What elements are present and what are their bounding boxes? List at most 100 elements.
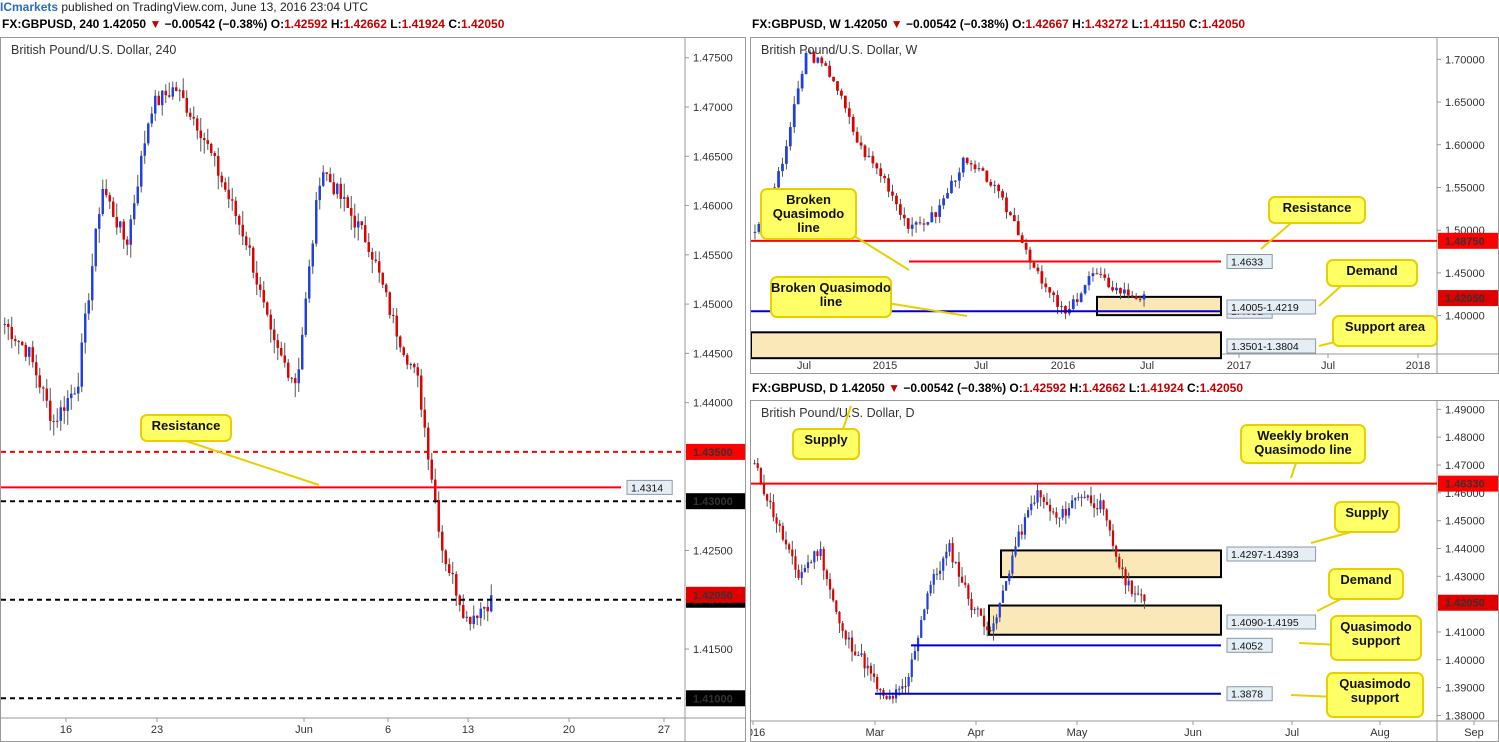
w-candle — [785, 146, 788, 164]
h4-candle — [448, 564, 451, 573]
h4-chart[interactable]: 1.47500 1.47000 1.46500 1.46000 1.45500 1.450… — [1, 38, 746, 742]
weekly-symbol-header: FX:GBPUSD, W 1.42050 ▼ −0.00542 (−0.38%)… — [752, 17, 1246, 31]
d-candle — [1067, 507, 1071, 516]
d-candle — [1080, 496, 1083, 498]
w-candle — [997, 184, 1001, 192]
d-candle — [841, 623, 844, 631]
h4-candle — [42, 387, 45, 389]
w-candle — [836, 81, 839, 91]
d-candle — [888, 696, 891, 699]
h4-candle — [427, 427, 430, 460]
h4-candle — [140, 155, 143, 187]
d-candle — [1086, 495, 1089, 498]
w-candle — [1083, 285, 1087, 294]
weekly-chart-panel[interactable]: 1.70000 1.65000 1.60000 1.55000 1.50000 1.450… — [750, 37, 1499, 374]
d-candle — [1115, 545, 1118, 557]
w-candle — [796, 88, 800, 105]
h4-candle — [465, 616, 468, 618]
weekly-low: 1.41150 — [1142, 17, 1186, 31]
h4-candle — [416, 367, 419, 376]
d-y-tick-label: 1.49000 — [1445, 404, 1485, 416]
d-candle — [1030, 503, 1033, 511]
weekly-symbol[interactable]: FX:GBPUSD, W — [752, 17, 841, 31]
d-zone — [988, 604, 1222, 636]
d-candle — [800, 571, 803, 578]
daily-symbol[interactable]: FX:GBPUSD, D — [752, 381, 838, 395]
h4-candle — [304, 298, 307, 335]
daily-chart-panel[interactable]: 1.49000 1.48000 1.47000 1.46000 1.45000 1.440… — [750, 400, 1499, 742]
w-candle — [800, 73, 804, 89]
publisher-name[interactable]: ICmarkets — [0, 0, 58, 14]
d-candle — [986, 626, 989, 631]
h4-candle — [325, 172, 328, 174]
h4-candle — [108, 195, 111, 202]
w-candle — [922, 223, 926, 225]
d-candle — [1105, 509, 1108, 521]
h4-candle — [371, 251, 374, 260]
d-candle — [913, 651, 917, 660]
w-level-label: 1.4633 — [1231, 257, 1263, 269]
w-candle — [753, 231, 757, 233]
w-candle — [879, 168, 883, 177]
w-candle — [914, 222, 918, 225]
h4-y-tick-label: 1.47000 — [693, 102, 733, 114]
h4-candle — [21, 341, 24, 345]
w-candle — [934, 212, 938, 217]
w-x-tick-label: Jul — [974, 360, 988, 372]
d-candle — [803, 568, 806, 572]
h4-close: 1.42050 — [460, 17, 505, 31]
h4-y-tick-label: 1.47500 — [693, 53, 733, 65]
d-candle — [938, 570, 942, 574]
h4-candle — [486, 606, 489, 612]
h4-y-tick-label: 1.46500 — [693, 151, 733, 163]
h4-chart-panel[interactable]: 1.47500 1.47000 1.46500 1.46000 1.45500 1.450… — [0, 37, 746, 742]
daily-high: 1.42662 — [1082, 381, 1126, 395]
h4-candle — [280, 347, 283, 356]
h4-x-tick-label: 20 — [563, 724, 575, 736]
h4-candle — [434, 479, 437, 501]
h4-candle — [402, 347, 405, 356]
d-candle — [1058, 517, 1061, 519]
d-candle — [948, 543, 951, 552]
d-candle — [781, 525, 784, 540]
d-candle — [942, 558, 945, 571]
w-zone-label: 1.4005-1.4219 — [1231, 302, 1299, 314]
d-candle — [825, 570, 828, 580]
h4-candle — [311, 243, 314, 267]
h4-candle — [353, 215, 356, 228]
d-x-tick-label: Apr — [967, 727, 984, 739]
d-candle — [1023, 517, 1027, 535]
w-x-tick-label: 2017 — [1227, 360, 1251, 372]
h4-low: 1.41924 — [401, 17, 445, 31]
w-candle — [1087, 276, 1091, 286]
h4-candle — [276, 340, 279, 348]
h4-callout-pointer — [185, 440, 320, 486]
d-y-tick-label: 1.40000 — [1445, 655, 1485, 667]
h4-symbol[interactable]: FX:GBPUSD, 240 — [2, 17, 99, 31]
weekly-chart[interactable]: 1.700001.650001.600001.550001.500001.450… — [751, 38, 1499, 374]
h4-candle — [409, 363, 412, 365]
h4-candle — [357, 221, 360, 228]
d-candle — [1099, 500, 1102, 510]
d-candle — [797, 569, 800, 578]
w-candle — [1005, 197, 1008, 213]
h4-open: 1.42592 — [284, 17, 328, 31]
d-candle — [769, 500, 772, 503]
d-y-tick-label: 1.48000 — [1445, 432, 1485, 444]
d-callout-text: Supply — [804, 432, 848, 447]
d-candle — [1026, 510, 1030, 518]
h4-candle — [399, 336, 402, 348]
h4-candle — [308, 266, 311, 299]
d-candle — [1036, 490, 1039, 503]
d-candle — [967, 584, 970, 599]
h4-candle — [476, 615, 479, 619]
d-candle — [920, 620, 923, 638]
h4-x-tick-label: 16 — [60, 724, 72, 736]
h4-candle — [301, 334, 304, 370]
d-candle — [876, 676, 879, 689]
w-candle — [973, 164, 977, 170]
h4-candle — [178, 90, 181, 92]
h4-candle — [196, 118, 199, 131]
h4-x-tick-label: 13 — [462, 724, 474, 736]
daily-chart[interactable]: 1.490001.480001.470001.460001.450001.440… — [751, 401, 1499, 742]
